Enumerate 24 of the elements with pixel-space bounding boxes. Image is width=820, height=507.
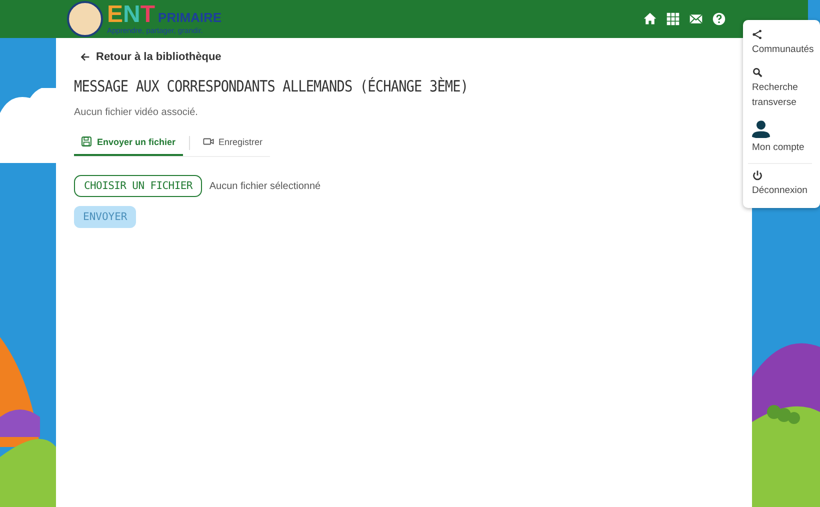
- apps-icon[interactable]: [666, 12, 680, 26]
- tab[interactable]: Enregistrer: [196, 130, 270, 156]
- tab[interactable]: Envoyer un fichier: [74, 130, 183, 156]
- back-link[interactable]: Retour à la bibliothèque: [80, 51, 222, 63]
- help-icon[interactable]: [712, 12, 726, 26]
- menu-item[interactable]: Communautés: [752, 42, 814, 57]
- status-text: Aucun fichier vidéo associé.: [74, 107, 198, 118]
- page-title: MESSAGE AUX CORRESPONDANTS ALLEMANDS (ÉCHANGE 3ÈME): [74, 78, 468, 96]
- menu-item[interactable]: Recherche transverse: [752, 80, 820, 110]
- menu-item[interactable]: Déconnexion: [752, 183, 808, 198]
- back-arrow-icon: [80, 52, 90, 62]
- choose-file-button[interactable]: CHOISIR UN FICHIER: [74, 175, 202, 197]
- user-icon: [752, 120, 770, 138]
- logo-letters: ENT: [107, 4, 156, 26]
- home-icon[interactable]: [643, 12, 657, 26]
- logo-name: PRIMAIRE: [158, 10, 222, 24]
- mail-icon[interactable]: [689, 12, 703, 26]
- power-icon: [752, 170, 763, 181]
- share-icon: [752, 29, 763, 40]
- video-camera-icon: [202, 136, 214, 147]
- menu-item[interactable]: Mon compte: [752, 140, 804, 155]
- search-icon: [752, 67, 763, 78]
- file-status-text: Aucun fichier sélectionné: [209, 180, 321, 192]
- avatar-icon: [67, 1, 103, 37]
